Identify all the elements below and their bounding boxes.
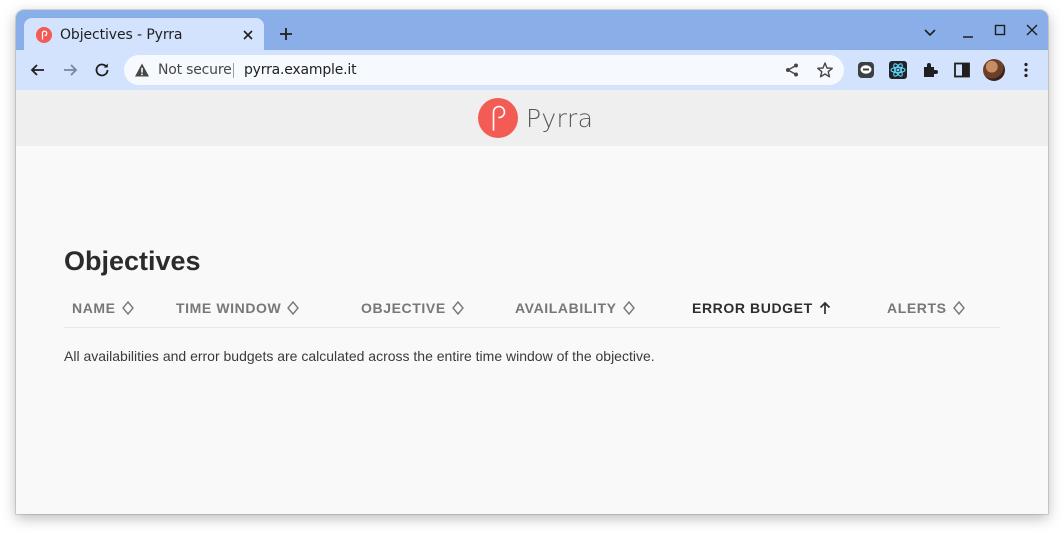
back-arrow-icon[interactable]: [28, 60, 48, 80]
pyrra-favicon-icon: [36, 27, 52, 43]
objectives-table-header: NAME TIME WINDOW OBJECTIVE AVAILABILITY …: [64, 296, 1000, 328]
column-header-time-window[interactable]: TIME WINDOW: [176, 300, 300, 316]
browser-toolbar: Not secure pyrra.example.it: [16, 50, 1048, 90]
column-header-label: OBJECTIVE: [361, 300, 446, 316]
security-status-label[interactable]: Not secure: [158, 62, 232, 78]
address-bar[interactable]: Not secure pyrra.example.it: [124, 55, 844, 85]
browser-window: Objectives - Pyrra Not secure pyrra.exam…: [16, 10, 1048, 514]
close-tab-icon[interactable]: [240, 27, 256, 43]
chat-extension-icon[interactable]: [856, 60, 876, 80]
sort-unsorted-icon: [952, 300, 965, 316]
page-title: Objectives: [64, 246, 201, 276]
column-header-label: NAME: [72, 300, 116, 316]
forward-arrow-icon[interactable]: [60, 60, 80, 80]
pyrra-logo-icon[interactable]: [478, 98, 518, 138]
column-header-label: ALERTS: [887, 300, 947, 316]
maximize-icon[interactable]: [990, 20, 1010, 40]
new-tab-plus-icon[interactable]: [276, 24, 296, 44]
react-devtools-icon[interactable]: [888, 60, 908, 80]
side-panel-icon[interactable]: [952, 60, 972, 80]
browser-tab[interactable]: Objectives - Pyrra: [24, 18, 264, 52]
address-separator: [233, 63, 234, 78]
profile-avatar[interactable]: [983, 59, 1005, 81]
site-logo-text[interactable]: Pyrra: [526, 104, 593, 133]
sort-unsorted-icon: [451, 300, 464, 316]
table-footnote: All availabilities and error budgets are…: [64, 348, 655, 364]
share-icon[interactable]: [784, 62, 800, 78]
column-header-objective[interactable]: OBJECTIVE: [361, 300, 464, 316]
column-header-label: ERROR BUDGET: [692, 300, 813, 316]
warning-triangle-icon[interactable]: [134, 62, 150, 78]
bookmark-star-icon[interactable]: [816, 61, 834, 79]
column-header-alerts[interactable]: ALERTS: [887, 300, 965, 316]
sort-unsorted-icon: [121, 300, 134, 316]
minimize-icon[interactable]: [958, 22, 978, 42]
url-text[interactable]: pyrra.example.it: [244, 62, 357, 78]
tab-title: Objectives - Pyrra: [60, 27, 183, 43]
column-header-label: TIME WINDOW: [176, 300, 282, 316]
reload-icon[interactable]: [92, 60, 112, 80]
sort-ascending-arrow-icon: [819, 301, 830, 314]
sort-unsorted-icon: [287, 300, 300, 316]
column-header-error-budget[interactable]: ERROR BUDGET: [692, 300, 831, 316]
page-content: Pyrra Objectives NAME TIME WINDOW OBJECT…: [16, 90, 1048, 514]
column-header-availability[interactable]: AVAILABILITY: [515, 300, 635, 316]
tab-strip: Objectives - Pyrra: [16, 10, 1048, 52]
tab-search-chevron-down-icon[interactable]: [920, 22, 940, 42]
site-header: Pyrra: [16, 90, 1048, 146]
close-window-icon[interactable]: [1022, 20, 1042, 40]
extensions-puzzle-icon[interactable]: [920, 60, 940, 80]
column-header-label: AVAILABILITY: [515, 300, 617, 316]
column-header-name[interactable]: NAME: [72, 300, 134, 316]
more-menu-icon[interactable]: [1016, 60, 1036, 80]
sort-unsorted-icon: [622, 300, 635, 316]
